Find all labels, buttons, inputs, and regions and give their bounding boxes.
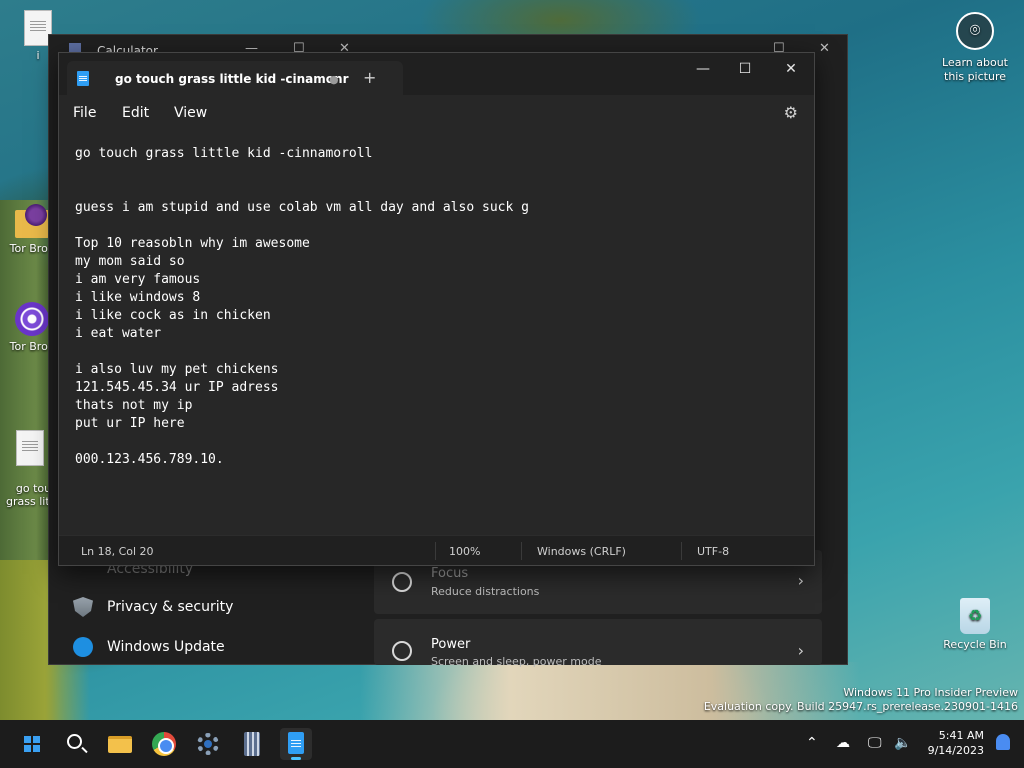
menu-file[interactable]: File: [73, 105, 96, 121]
onedrive-icon[interactable]: ☁: [836, 735, 850, 751]
calculator-button[interactable]: [236, 728, 268, 760]
windows-watermark: Windows 11 Pro Insider Preview Evaluatio…: [704, 686, 1018, 714]
windows-update-icon: [73, 637, 93, 657]
learn-about-picture[interactable]: ⌾ Learn about this picture: [938, 12, 1012, 84]
clock-date: 9/14/2023: [927, 744, 984, 757]
watermark-line: Windows 11 Pro Insider Preview: [843, 686, 1018, 699]
recycle-bin-icon: ♻: [960, 598, 990, 634]
notepad-titlebar[interactable]: go touch grass little kid -cinamonr ● + …: [59, 53, 814, 95]
taskbar: ⌃ ☁ 🖵 🔈 5:41 AM 9/14/2023: [0, 720, 1024, 768]
desktop-icon-label: i: [36, 49, 40, 62]
status-divider: [681, 542, 682, 560]
notepad-icon: [288, 732, 304, 754]
watermark-line: Evaluation copy. Build 25947.rs_prerelea…: [703, 700, 1018, 713]
card-subtitle: Reduce distractions: [431, 585, 540, 598]
network-icon[interactable]: 🖵: [868, 735, 882, 751]
tor-browser-icon: [15, 302, 49, 336]
settings-close-icon[interactable]: ✕: [819, 41, 830, 56]
camera-icon: ⌾: [956, 12, 994, 50]
search-button[interactable]: [60, 728, 92, 760]
chrome-icon: [152, 732, 176, 756]
line-ending: Windows (CRLF): [537, 545, 626, 558]
notification-bell-icon[interactable]: [996, 734, 1010, 750]
cursor-position: Ln 18, Col 20: [81, 545, 154, 558]
chevron-up-icon[interactable]: ⌃: [806, 735, 818, 751]
clock-time: 5:41 AM: [938, 729, 984, 742]
maximize-button[interactable]: ☐: [731, 61, 759, 77]
notepad-tab[interactable]: go touch grass little kid -cinamonr ●: [67, 61, 403, 95]
card-subtitle: Screen and sleep, power mode: [431, 655, 602, 668]
desktop-icon-label: go tou grass litt: [6, 482, 54, 508]
notepad-icon: [77, 71, 89, 86]
card-title: Focus: [431, 566, 469, 581]
recycle-bin-label: Recycle Bin: [943, 638, 1007, 651]
clock[interactable]: 5:41 AM 9/14/2023: [928, 728, 984, 758]
search-icon: [67, 734, 82, 749]
encoding: UTF-8: [697, 545, 730, 558]
zoom-level: 100%: [449, 545, 481, 558]
chevron-right-icon: ›: [797, 641, 804, 660]
unsaved-indicator[interactable]: ●: [329, 73, 339, 86]
text-file-icon: [16, 430, 44, 466]
calculator-icon: [244, 732, 260, 756]
start-button[interactable]: [16, 728, 48, 760]
minimize-button[interactable]: —: [689, 61, 717, 77]
volume-muted-icon[interactable]: 🔈: [894, 735, 911, 751]
new-tab-button[interactable]: +: [363, 68, 376, 87]
focus-icon: [392, 572, 412, 592]
tor-folder-icon: [15, 204, 49, 238]
status-divider: [521, 542, 522, 560]
card-title: Power: [431, 637, 471, 652]
shield-icon: [73, 597, 93, 617]
tab-title: go touch grass little kid -cinamonr: [115, 72, 349, 86]
recycle-bin[interactable]: ♻ Recycle Bin: [942, 598, 1008, 651]
status-divider: [435, 542, 436, 560]
notepad-button[interactable]: [280, 728, 312, 760]
settings-gear-icon[interactable]: ⚙: [784, 103, 798, 122]
file-explorer-button[interactable]: [104, 728, 136, 760]
settings-card-power[interactable]: Power Screen and sleep, power mode ›: [374, 619, 822, 668]
chevron-right-icon: ›: [797, 571, 804, 590]
learn-about-label: Learn about this picture: [942, 56, 1008, 83]
settings-nav-privacy[interactable]: Privacy & security: [73, 597, 233, 617]
text-editor[interactable]: go touch grass little kid -cinnamoroll g…: [75, 145, 795, 535]
windows-logo-icon: [24, 736, 40, 752]
power-icon: [392, 641, 412, 661]
settings-nav-windows-update[interactable]: Windows Update: [73, 637, 225, 657]
notepad-window: go touch grass little kid -cinamonr ● + …: [58, 52, 815, 566]
close-button[interactable]: ✕: [777, 61, 805, 77]
settings-button[interactable]: [192, 728, 224, 760]
menu-edit[interactable]: Edit: [122, 105, 149, 121]
menu-bar: File Edit View ⚙: [59, 95, 814, 131]
settings-nav-label: Windows Update: [107, 639, 225, 655]
status-bar: Ln 18, Col 20 100% Windows (CRLF) UTF-8: [59, 535, 814, 565]
folder-icon: [108, 736, 132, 753]
chrome-button[interactable]: [148, 728, 180, 760]
settings-gear-icon: [197, 733, 219, 755]
menu-view[interactable]: View: [174, 105, 207, 121]
settings-nav-label: Privacy & security: [107, 599, 234, 615]
